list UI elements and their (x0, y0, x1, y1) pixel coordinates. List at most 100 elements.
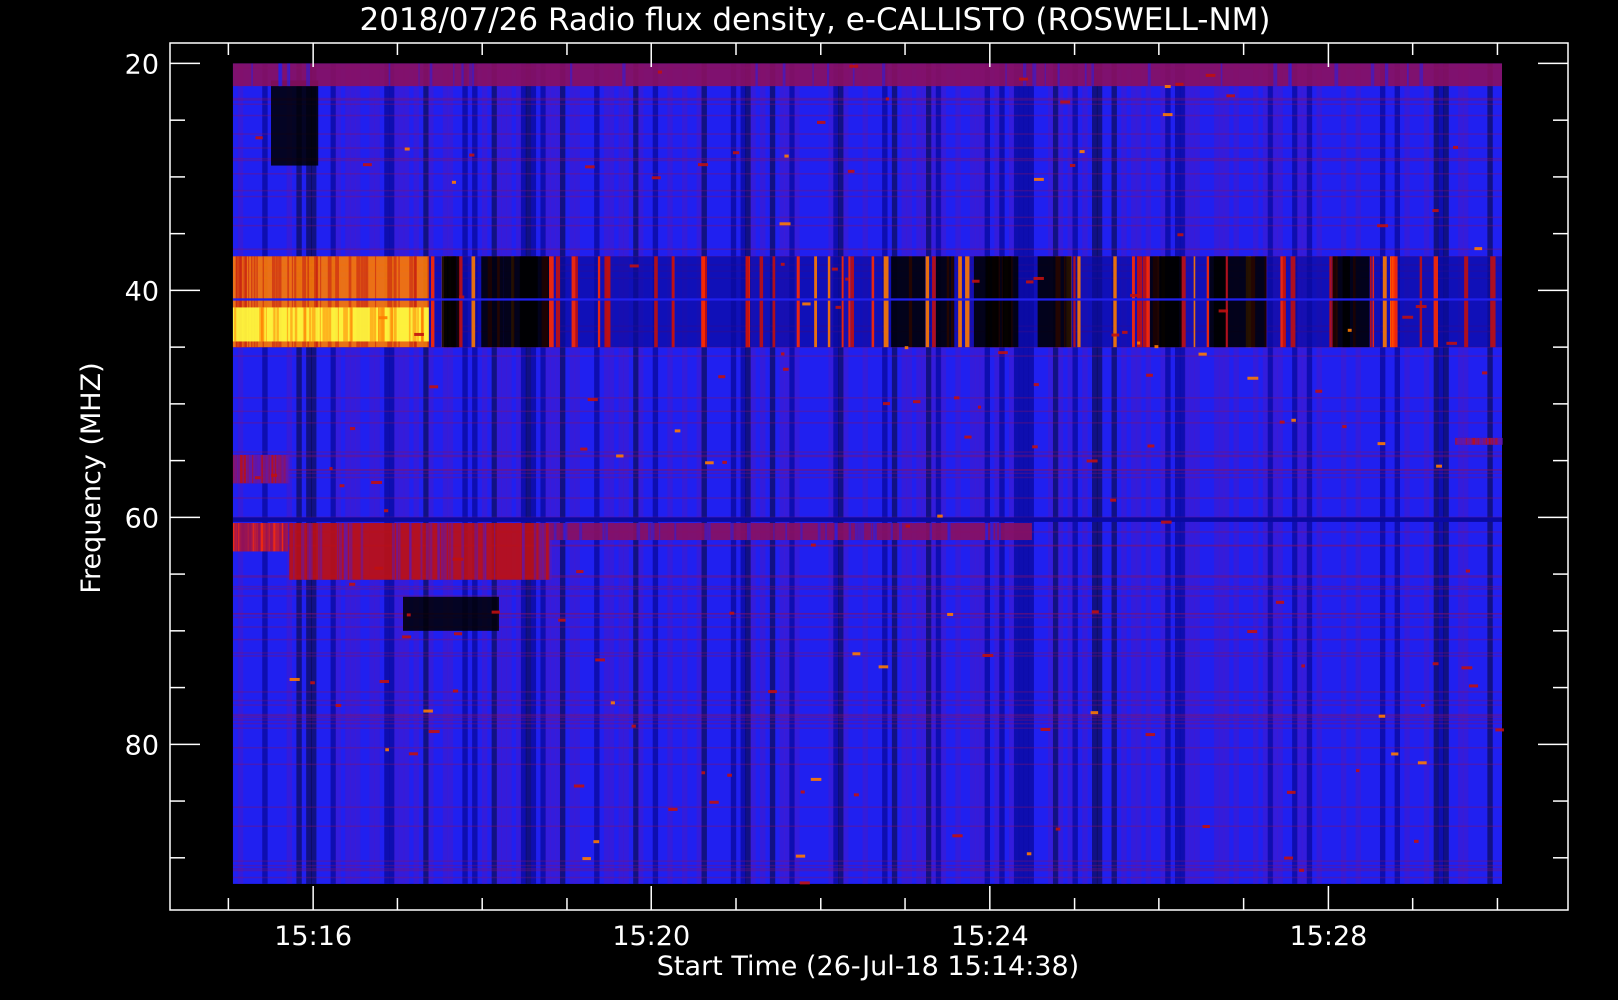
burst-stripe (745, 256, 750, 348)
band-texture (1044, 63, 1046, 87)
band-texture (337, 307, 339, 342)
band-texture (251, 63, 253, 87)
band-texture (245, 523, 249, 552)
band-texture (303, 307, 307, 342)
burst-stripe (1146, 256, 1150, 348)
hot-pixel (1495, 728, 1504, 732)
hot-pixel (1301, 664, 1306, 668)
gap-stripe (1227, 256, 1267, 348)
band-texture (293, 523, 295, 580)
band-texture (1370, 63, 1375, 87)
band-texture (534, 523, 537, 580)
band-texture (306, 63, 311, 87)
gap-stripe (985, 256, 999, 348)
band-texture (275, 523, 280, 552)
hot-pixel (781, 352, 785, 356)
heatmap-row (232, 472, 1503, 475)
band-texture (420, 523, 423, 580)
band-texture (730, 523, 734, 541)
hot-pixel (1033, 276, 1044, 280)
band-texture (674, 523, 677, 541)
heatmap-row (232, 638, 1503, 641)
band-texture (995, 523, 998, 541)
band-texture (266, 523, 269, 552)
hot-pixel (255, 136, 263, 140)
hot-pixel (408, 752, 418, 756)
hot-pixel (835, 305, 841, 309)
band-texture (882, 63, 886, 87)
hot-pixel (1218, 309, 1228, 313)
hot-pixel (1032, 445, 1038, 449)
band-texture (382, 307, 385, 342)
hot-pixel (847, 169, 855, 173)
band-texture (533, 523, 536, 580)
band-texture (899, 523, 903, 541)
band-texture (425, 523, 429, 580)
band-texture (848, 523, 852, 541)
band-texture (440, 523, 444, 580)
band-texture (360, 523, 364, 580)
band-texture (827, 63, 830, 87)
hot-pixel (1090, 711, 1099, 715)
band-texture (409, 523, 412, 580)
band-texture (1490, 437, 1493, 445)
horizontal-line (232, 517, 1503, 522)
heatmap-row (232, 585, 1503, 588)
hot-pixel (853, 793, 859, 797)
heatmap-row (232, 868, 1503, 870)
hot-pixel (339, 484, 345, 488)
band-texture (278, 63, 281, 87)
hot-pixel (657, 70, 662, 74)
heatmap-row (232, 422, 1503, 424)
hot-pixel (674, 429, 681, 433)
hot-pixel (289, 677, 300, 681)
gap-stripe (891, 256, 926, 348)
band-texture (1334, 63, 1339, 87)
band-texture (755, 63, 758, 87)
heatmap-row (232, 397, 1503, 399)
burst-stripe (606, 256, 611, 348)
burst-stripe (1290, 256, 1296, 348)
band-texture (834, 523, 838, 541)
hot-pixel (977, 405, 982, 409)
band-texture (990, 523, 993, 541)
hot-pixel (1110, 498, 1117, 502)
hot-pixel (937, 514, 943, 518)
band-texture (418, 63, 420, 87)
band-texture (474, 523, 479, 580)
hot-pixel (1284, 856, 1294, 860)
hot-pixel (732, 151, 740, 155)
band-texture (389, 307, 394, 342)
hot-pixel (1432, 209, 1439, 213)
hot-pixel (1247, 376, 1259, 380)
hot-pixel (1026, 852, 1032, 856)
hot-pixel (453, 632, 463, 636)
band-texture (339, 523, 342, 580)
band-texture (348, 523, 353, 580)
band-texture (746, 523, 751, 541)
hot-pixel (800, 790, 805, 794)
band-texture (239, 523, 244, 552)
hot-pixel (768, 690, 777, 694)
band-texture (1468, 437, 1473, 445)
hot-pixel (998, 351, 1008, 355)
burst-stripe (1329, 256, 1332, 348)
band-texture (265, 307, 267, 342)
band-texture (429, 63, 433, 87)
burst-stripe (1490, 256, 1496, 348)
hot-pixel (558, 618, 566, 622)
band-texture (301, 523, 305, 580)
band-texture (1091, 63, 1095, 87)
hot-pixel (580, 447, 588, 451)
band-texture (998, 523, 1001, 541)
burst-stripe (575, 256, 578, 348)
hot-pixel (1164, 85, 1171, 89)
band-texture (319, 523, 323, 580)
hot-pixel (1162, 113, 1173, 117)
hot-pixel (451, 180, 456, 184)
band-texture (388, 63, 391, 87)
burst-stripe (1077, 256, 1081, 348)
band-texture (469, 63, 471, 87)
hot-pixel (885, 97, 889, 101)
band-texture (273, 454, 276, 484)
